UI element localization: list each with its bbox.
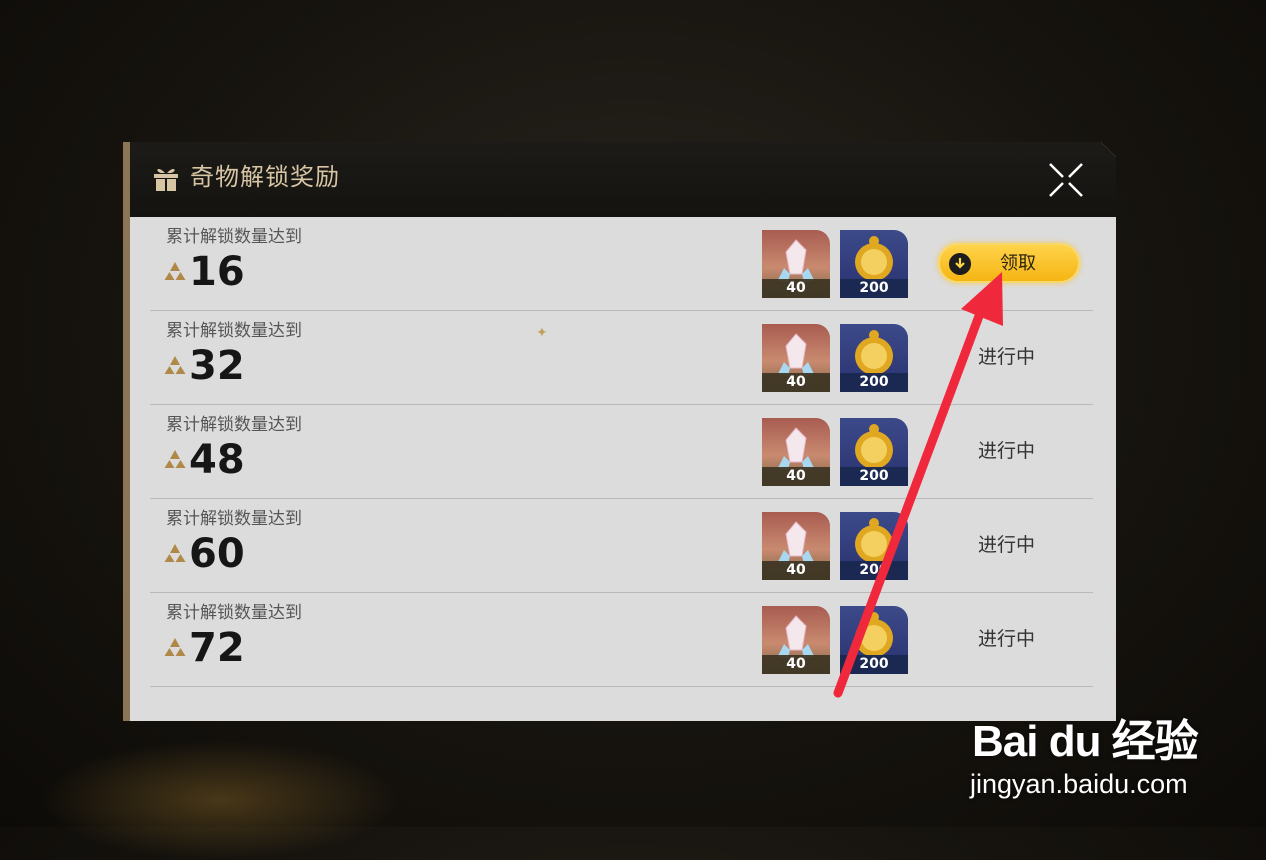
watermark-logo: Bai du 经验 xyxy=(972,717,1199,766)
reward-row: 累计解锁数量达到 32 40 200 进行中 xyxy=(150,311,1093,405)
reward-quantity: 200 xyxy=(840,279,908,298)
triangle-icon xyxy=(164,638,186,656)
unlock-reward-dialog: 奇物解锁奖励 累计解锁数量达到 16 40 200 领取 累计解锁数量达到 32… xyxy=(123,142,1116,721)
reward-quantity: 40 xyxy=(762,373,830,392)
claim-button[interactable]: 领取 xyxy=(938,243,1080,283)
row-label: 累计解锁数量达到 xyxy=(166,227,302,247)
reward-item-crystal[interactable]: 40 xyxy=(762,512,830,580)
reward-quantity: 200 xyxy=(840,373,908,392)
reward-list: 累计解锁数量达到 16 40 200 领取 累计解锁数量达到 32 40 200… xyxy=(150,217,1093,687)
status-in-progress: 进行中 xyxy=(978,628,1036,650)
reward-quantity: 200 xyxy=(840,467,908,486)
reward-item-coin[interactable]: 200 xyxy=(840,324,908,392)
reward-row: 累计解锁数量达到 60 40 200 进行中 xyxy=(150,499,1093,593)
reward-quantity: 200 xyxy=(840,655,908,674)
triangle-icon xyxy=(164,262,186,280)
reward-item-coin[interactable]: 200 xyxy=(840,606,908,674)
reward-item-coin[interactable]: 200 xyxy=(840,230,908,298)
row-count: 48 xyxy=(189,437,245,483)
reward-item-crystal[interactable]: 40 xyxy=(762,324,830,392)
reward-quantity: 40 xyxy=(762,655,830,674)
watermark-url: jingyan.baidu.com xyxy=(970,769,1188,799)
gift-icon xyxy=(154,168,178,191)
reward-item-crystal[interactable]: 40 xyxy=(762,230,830,298)
row-count: 32 xyxy=(189,343,245,389)
reward-row: 累计解锁数量达到 16 40 200 领取 xyxy=(150,217,1093,311)
status-in-progress: 进行中 xyxy=(978,440,1036,462)
reward-item-crystal[interactable]: 40 xyxy=(762,418,830,486)
reward-quantity: 40 xyxy=(762,467,830,486)
row-count: 60 xyxy=(189,531,245,577)
reward-item-coin[interactable]: 200 xyxy=(840,418,908,486)
status-in-progress: 进行中 xyxy=(978,346,1036,368)
row-label: 累计解锁数量达到 xyxy=(166,321,302,341)
background-glow xyxy=(40,740,400,860)
sparkle-icon: ✦ xyxy=(536,325,548,341)
reward-quantity: 200 xyxy=(840,561,908,580)
reward-quantity: 40 xyxy=(762,279,830,298)
row-count: 72 xyxy=(189,625,245,671)
row-count: 16 xyxy=(189,249,245,295)
row-label: 累计解锁数量达到 xyxy=(166,509,302,529)
dialog-title: 奇物解锁奖励 xyxy=(190,163,340,191)
status-in-progress: 进行中 xyxy=(978,534,1036,556)
triangle-icon xyxy=(164,356,186,374)
reward-row: 累计解锁数量达到 72 40 200 进行中 xyxy=(150,593,1093,687)
dialog-header: 奇物解锁奖励 xyxy=(130,142,1116,217)
triangle-icon xyxy=(164,544,186,562)
triangle-icon xyxy=(164,450,186,468)
row-label: 累计解锁数量达到 xyxy=(166,415,302,435)
reward-quantity: 40 xyxy=(762,561,830,580)
reward-row: 累计解锁数量达到 48 40 200 进行中 xyxy=(150,405,1093,499)
close-icon[interactable] xyxy=(1046,160,1086,200)
download-arrow-icon xyxy=(949,253,971,275)
reward-item-crystal[interactable]: 40 xyxy=(762,606,830,674)
claim-label: 领取 xyxy=(1000,253,1036,274)
row-label: 累计解锁数量达到 xyxy=(166,603,302,623)
reward-item-coin[interactable]: 200 xyxy=(840,512,908,580)
